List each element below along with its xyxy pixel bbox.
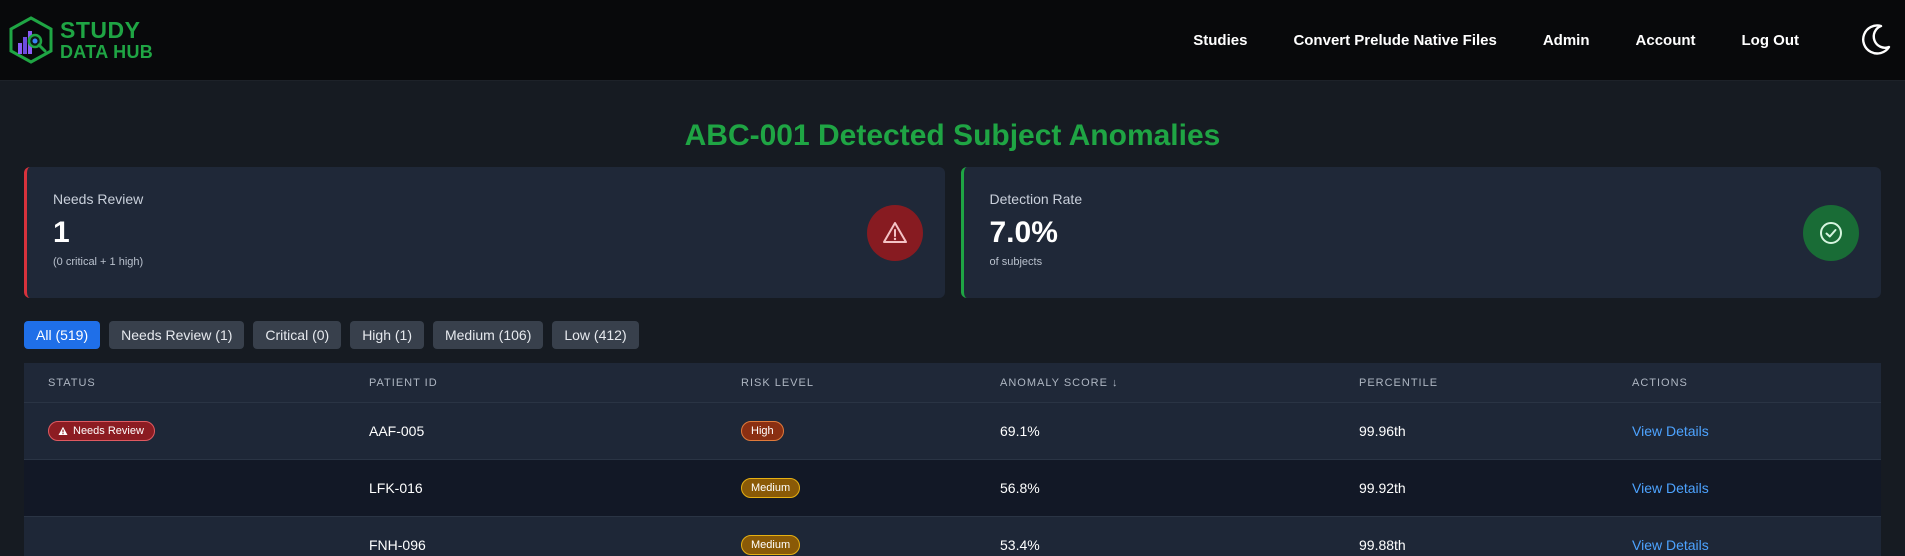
warning-icon bbox=[58, 426, 68, 435]
nav-logout[interactable]: Log Out bbox=[1742, 32, 1799, 49]
nav-links: Studies Convert Prelude Native Files Adm… bbox=[1193, 22, 1893, 58]
main-content: ABC-001 Detected Subject Anomalies Needs… bbox=[0, 116, 1905, 556]
header-actions: Actions bbox=[1632, 376, 1688, 389]
top-navbar: STUDY DATA HUB Studies Convert Prelude N… bbox=[0, 0, 1905, 81]
brand-name-line1: STUDY bbox=[60, 17, 141, 43]
view-details-link[interactable]: View Details bbox=[1632, 480, 1709, 496]
table-row: Needs Review AAF-005 High 69.1% 99.96th … bbox=[24, 403, 1881, 460]
table-header: Status Patient ID Risk Level Anomaly Sco… bbox=[24, 363, 1881, 403]
patient-id: FNH-096 bbox=[369, 537, 426, 553]
card-subtext: (0 critical + 1 high) bbox=[53, 256, 144, 268]
warning-icon bbox=[866, 205, 923, 261]
patient-id: LFK-016 bbox=[369, 480, 423, 496]
filter-medium[interactable]: Medium (106) bbox=[432, 321, 544, 349]
header-status[interactable]: Status bbox=[24, 377, 369, 389]
needs-review-card: Needs Review 1 (0 critical + 1 high) bbox=[24, 167, 945, 298]
filter-high[interactable]: High (1) bbox=[350, 321, 424, 349]
nav-admin[interactable]: Admin bbox=[1543, 32, 1590, 49]
brand-name-line2: DATA HUB bbox=[60, 42, 154, 62]
risk-filter-bar: All (519) Needs Review (1) Critical (0) … bbox=[24, 321, 1881, 349]
table-row: LFK-016 Medium 56.8% 99.92th View Detail… bbox=[24, 460, 1881, 517]
risk-badge: Medium bbox=[741, 478, 801, 498]
anomaly-score: 56.8% bbox=[1000, 480, 1040, 496]
header-anomaly-score[interactable]: Anomaly Score ↓ bbox=[1000, 377, 1359, 389]
card-value: 1 bbox=[53, 216, 70, 249]
patient-id: AAF-005 bbox=[369, 423, 425, 439]
view-details-link[interactable]: View Details bbox=[1632, 537, 1709, 553]
nav-convert-prelude[interactable]: Convert Prelude Native Files bbox=[1293, 32, 1496, 49]
detection-rate-card: Detection Rate 7.0% of subjects bbox=[960, 167, 1881, 298]
status-badge: Needs Review bbox=[48, 421, 155, 441]
nav-account[interactable]: Account bbox=[1636, 32, 1696, 49]
summary-cards: Needs Review 1 (0 critical + 1 high) Det… bbox=[24, 167, 1881, 298]
card-label: Needs Review bbox=[53, 191, 144, 207]
logo-hex-icon bbox=[9, 16, 53, 64]
nav-studies[interactable]: Studies bbox=[1193, 32, 1247, 49]
filter-all[interactable]: All (519) bbox=[24, 321, 101, 349]
header-risk-level[interactable]: Risk Level bbox=[741, 377, 1000, 389]
card-value: 7.0% bbox=[989, 216, 1058, 249]
percentile: 99.96th bbox=[1359, 423, 1406, 439]
filter-low[interactable]: Low (412) bbox=[552, 321, 639, 349]
anomalies-table: Status Patient ID Risk Level Anomaly Sco… bbox=[24, 363, 1881, 556]
status-text: Needs Review bbox=[73, 425, 144, 437]
percentile: 99.88th bbox=[1359, 537, 1406, 553]
filter-critical[interactable]: Critical (0) bbox=[253, 321, 342, 349]
header-patient-id[interactable]: Patient ID bbox=[369, 377, 741, 389]
risk-badge: Medium bbox=[741, 535, 801, 555]
check-circle-icon bbox=[1803, 205, 1859, 261]
risk-badge: High bbox=[741, 421, 784, 441]
percentile: 99.92th bbox=[1359, 480, 1406, 496]
anomaly-score: 69.1% bbox=[1000, 423, 1040, 439]
card-label: Detection Rate bbox=[989, 191, 1083, 207]
table-row: FNH-096 Medium 53.4% 99.88th View Detail… bbox=[24, 517, 1881, 556]
anomaly-score: 53.4% bbox=[1000, 537, 1040, 553]
moon-icon[interactable] bbox=[1857, 22, 1893, 58]
header-percentile[interactable]: Percentile bbox=[1359, 377, 1632, 389]
view-details-link[interactable]: View Details bbox=[1632, 423, 1709, 439]
card-subtext: of subjects bbox=[989, 256, 1043, 268]
brand-logo[interactable]: STUDY DATA HUB bbox=[8, 16, 153, 64]
page-title: ABC-001 Detected Subject Anomalies bbox=[684, 119, 1221, 152]
filter-needs-review[interactable]: Needs Review (1) bbox=[109, 321, 245, 349]
